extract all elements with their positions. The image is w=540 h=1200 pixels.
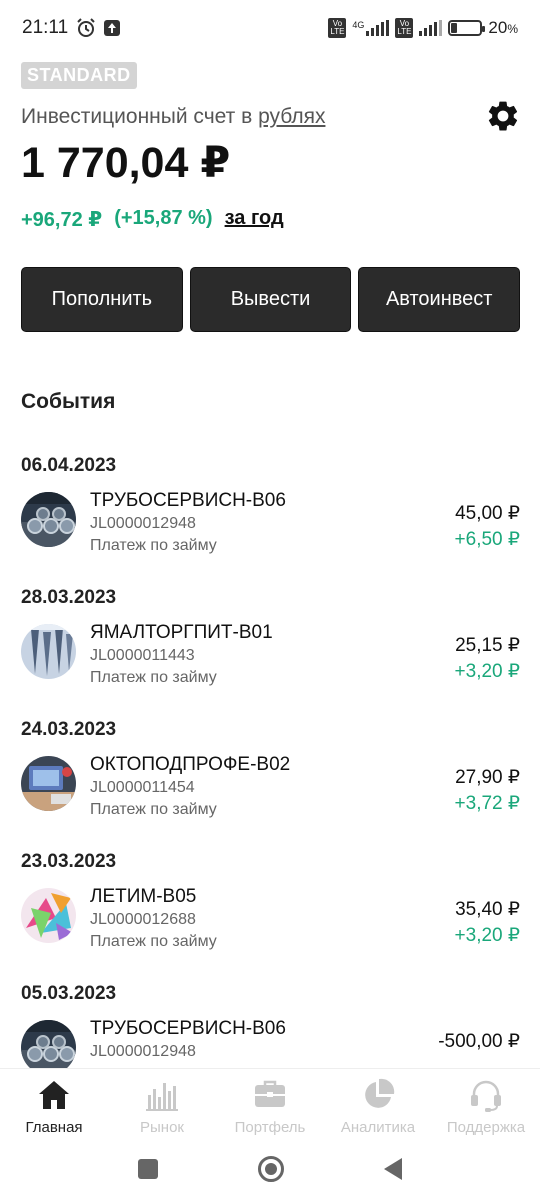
event-date: 23.03.2023 xyxy=(21,851,117,872)
nav-portfolio[interactable]: Портфель xyxy=(216,1069,324,1138)
event-income: +3,72 ₽ xyxy=(454,793,520,814)
event-title: ЛЕТИМ-В05 xyxy=(90,886,197,907)
gain-percent: (+15,87 %) xyxy=(114,207,213,229)
event-row[interactable]: ЯМАЛТОРГПИТ-В01 JL0000011443 Платеж по зай… xyxy=(21,622,520,692)
period-selector[interactable]: за год xyxy=(225,207,284,232)
system-navigation xyxy=(0,1138,540,1200)
bar-chart-icon xyxy=(146,1083,178,1111)
event-code: JL0000011454 xyxy=(90,779,195,796)
battery-percent: 20% xyxy=(488,18,518,37)
event-description: Платеж по займу xyxy=(90,801,217,818)
event-amount: 25,15 ₽ xyxy=(455,635,520,656)
event-row[interactable]: ТРУБОСЕРВИСН-В06 JL0000012948 Платеж по за… xyxy=(21,490,520,560)
event-date: 24.03.2023 xyxy=(21,719,117,740)
recent-apps-button[interactable] xyxy=(138,1159,158,1179)
gain-absolute: +96,72 ₽ xyxy=(21,209,103,231)
event-income: +6,50 ₽ xyxy=(454,529,520,550)
nav-home[interactable]: Главная xyxy=(0,1069,108,1138)
event-income: +3,20 ₽ xyxy=(454,661,520,682)
briefcase-icon xyxy=(255,1080,285,1107)
battery-icon xyxy=(448,20,486,36)
home-button[interactable] xyxy=(258,1156,284,1182)
nav-analytics[interactable]: Аналитика xyxy=(324,1069,432,1138)
event-title: ТРУБОСЕРВИСН-В06 xyxy=(90,1018,286,1039)
headset-icon xyxy=(471,1080,501,1112)
signal-icon-2 xyxy=(419,20,443,36)
back-button[interactable] xyxy=(384,1158,402,1180)
event-income: +3,20 ₽ xyxy=(454,925,520,946)
bond-avatar xyxy=(21,888,76,943)
signal-icon: 4G xyxy=(352,20,390,36)
event-row[interactable]: ОКТОПОДПРОФЕ-В02 JL0000011454 Платеж по за… xyxy=(21,754,520,824)
account-balance: 1 770,04 ₽ xyxy=(21,139,231,187)
clock: 21:11 xyxy=(22,17,69,38)
deposit-button[interactable]: Пополнить xyxy=(21,267,183,332)
nav-support[interactable]: Поддержка xyxy=(432,1069,540,1138)
plan-badge: STANDARD xyxy=(21,62,137,89)
events-title: События xyxy=(21,390,116,413)
upload-notification-icon xyxy=(104,20,121,36)
bottom-navigation: Главная Рынок Портфель Аналитика Поддерж… xyxy=(0,1068,540,1138)
settings-gear-icon[interactable] xyxy=(485,98,521,134)
event-code: JL0000012948 xyxy=(90,515,196,532)
event-amount: 45,00 ₽ xyxy=(455,503,520,524)
home-icon xyxy=(39,1081,69,1109)
volte-icon-2: Vo LTE xyxy=(395,18,414,38)
event-description: Платеж по займу xyxy=(90,933,217,950)
event-title: ТРУБОСЕРВИСН-В06 xyxy=(90,490,286,511)
event-title: ОКТОПОДПРОФЕ-В02 xyxy=(90,754,291,775)
event-row[interactable]: ТРУБОСЕРВИСН-В06 JL0000012948 -500,00 ₽ xyxy=(21,1018,520,1068)
events-list[interactable]: 06.04.2023 ТРУБОСЕРВИСН-В06 JL0000012948 Пл… xyxy=(0,440,540,1068)
withdraw-button[interactable]: Вывести xyxy=(189,267,352,332)
event-description: Платеж по займу xyxy=(90,537,217,554)
currency-link[interactable]: рублях xyxy=(258,105,325,128)
status-bar: 21:11 Vo LTE 4G Vo LTE 20% xyxy=(0,0,540,56)
autoinvest-button[interactable]: Автоинвест xyxy=(358,267,521,332)
event-amount: -500,00 ₽ xyxy=(438,1031,520,1052)
event-date: 28.03.2023 xyxy=(21,587,117,608)
action-buttons: Пополнить Вывести Автоинвест xyxy=(21,267,521,332)
bond-avatar xyxy=(21,624,76,679)
gain-row: +96,72 ₽ (+15,87 %) за год xyxy=(21,207,284,232)
event-code: JL0000012948 xyxy=(90,1043,196,1060)
volte-icon: Vo LTE xyxy=(328,18,347,38)
event-title: ЯМАЛТОРГПИТ-В01 xyxy=(90,622,273,643)
bond-avatar xyxy=(21,492,76,547)
event-code: JL0000011443 xyxy=(90,647,195,664)
event-code: JL0000012688 xyxy=(90,911,196,928)
pie-chart-icon xyxy=(365,1078,395,1108)
alarm-icon xyxy=(76,18,96,38)
event-amount: 27,90 ₽ xyxy=(455,767,520,788)
bond-avatar xyxy=(21,1020,76,1068)
event-row[interactable]: ЛЕТИМ-В05 JL0000012688 Платеж по займу 35,4… xyxy=(21,886,520,956)
bond-avatar xyxy=(21,756,76,811)
nav-market[interactable]: Рынок xyxy=(108,1069,216,1138)
event-date: 06.04.2023 xyxy=(21,455,117,476)
event-date: 05.03.2023 xyxy=(21,983,117,1004)
account-title: Инвестиционный счет в рублях xyxy=(21,105,326,128)
event-amount: 35,40 ₽ xyxy=(455,899,520,920)
event-description: Платеж по займу xyxy=(90,669,217,686)
